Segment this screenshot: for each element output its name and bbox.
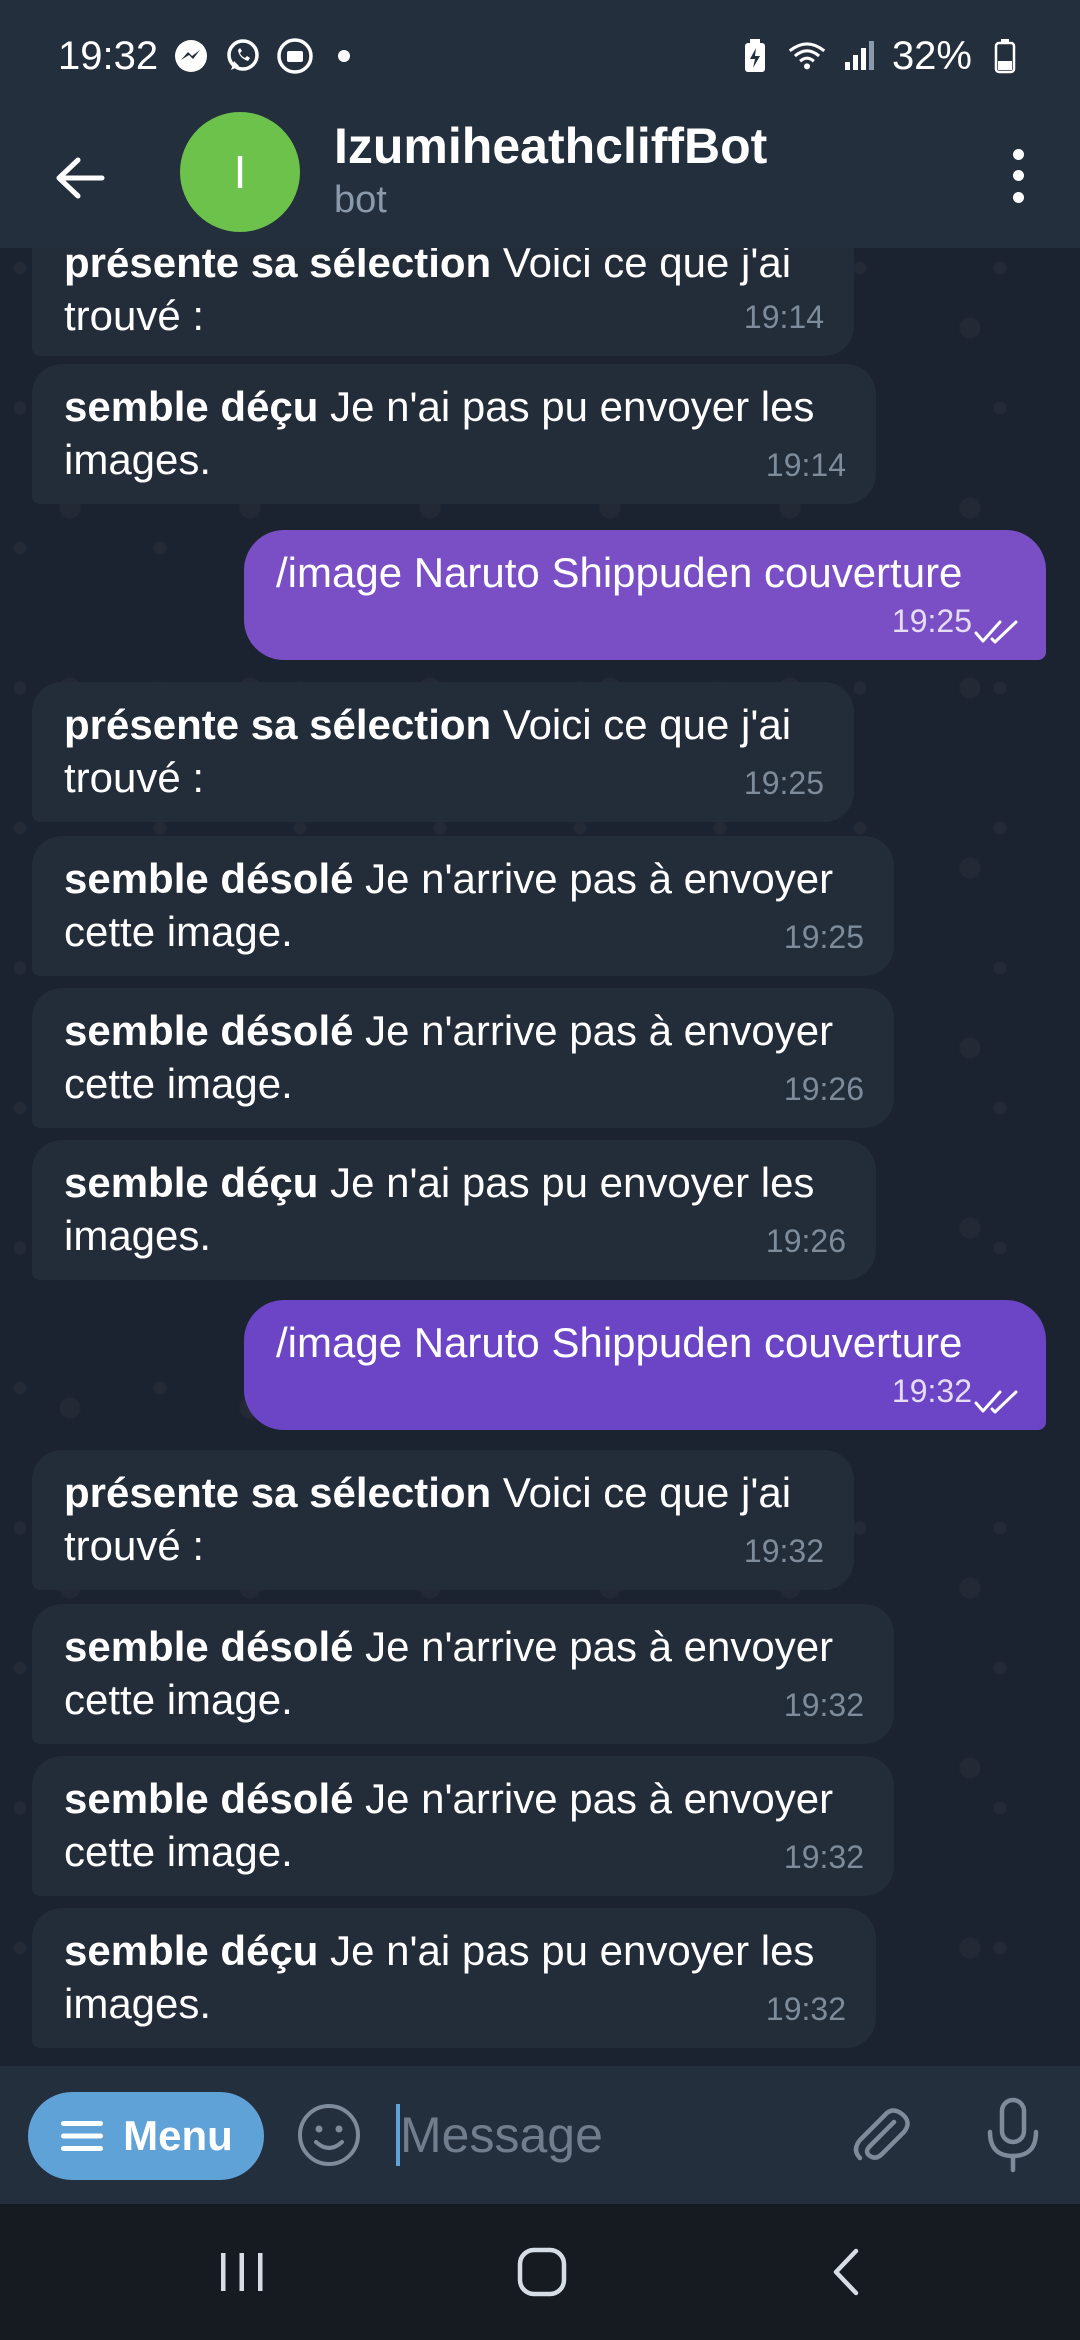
message-time: 19:25 [743,765,824,801]
hamburger-icon [61,2121,104,2151]
whatsapp-icon [224,37,262,75]
message-time: 19:14 [743,299,824,335]
message-text: semble désolé Je n'arrive pas à envoyer … [64,1772,864,1878]
chat-title: IzumiheathcliffBot [334,118,768,174]
menu-label: Menu [123,2112,233,2159]
message-text: présente sa sélection Voici ce que j'ai … [64,1466,824,1572]
battery-saver-icon [736,37,774,75]
avatar[interactable]: I [180,112,300,232]
chat-subtitle: bot [334,179,387,221]
smiley-icon [298,2104,360,2166]
more-options-button[interactable] [996,144,1040,208]
message-action: semble désolé [64,1007,354,1054]
recent-apps-button[interactable] [202,2236,282,2308]
message-time: 19:32 [891,1373,972,1409]
status-time: 19:32 [58,33,159,78]
notification-dot-icon [338,50,351,62]
message-text: /image Naruto Shippuden couverture [276,1316,1016,1369]
chat-header: I IzumiheathcliffBot bot [0,112,1080,248]
system-navigation-bar [0,2204,1080,2340]
message-text: semble désolé Je n'arrive pas à envoyer … [64,1620,864,1726]
dot-icon [1012,191,1024,203]
double-check-icon [974,1390,1018,1414]
paperclip-icon [853,2108,910,2161]
message-bubble-incoming[interactable]: semble déçu Je n'ai pas pu envoyer les i… [32,1908,876,2048]
message-action: semble déçu [64,383,319,430]
message-bubble-outgoing[interactable]: /image Naruto Shippuden couverture 19:25 [244,530,1046,660]
message-text: présente sa sélection Voici ce que j'ai … [64,698,824,804]
attach-button[interactable] [846,2100,916,2170]
message-time: 19:25 [783,919,864,955]
message-bubble-incoming[interactable]: semble désolé Je n'arrive pas à envoyer … [32,836,894,976]
message-time: 19:32 [743,1533,824,1569]
status-bar-right: 32% [736,34,1024,79]
chevron-left-icon [833,2248,859,2296]
message-bubble-incoming[interactable]: semble désolé Je n'arrive pas à envoyer … [32,1604,894,1744]
recent-apps-icon [221,2253,263,2291]
message-action: présente sa sélection [64,248,492,286]
emoji-button[interactable] [296,2102,362,2168]
message-bubble-incoming[interactable]: semble désolé Je n'arrive pas à envoyer … [32,988,894,1128]
message-text: présente sa sélection Voici ce que j'ai … [64,248,824,342]
status-bar: 19:32 32% [0,0,1080,112]
message-text: semble déçu Je n'ai pas pu envoyer les i… [64,1924,846,2030]
message-input[interactable] [398,2096,822,2174]
signal-icon [840,37,878,75]
home-icon [517,2247,567,2297]
message-bubble-incoming[interactable]: semble désolé Je n'arrive pas à envoyer … [32,1756,894,1896]
home-button[interactable] [502,2236,582,2308]
message-text: semble déçu Je n'ai pas pu envoyer les i… [64,380,846,486]
message-action: présente sa sélection [64,1469,492,1516]
message-action: semble désolé [64,1623,354,1670]
message-list[interactable]: présente sa sélection Voici ce que j'ai … [0,248,1080,2066]
message-text: /image Naruto Shippuden couverture [276,546,1016,599]
back-button[interactable] [50,148,110,208]
message-bubble-outgoing[interactable]: /image Naruto Shippuden couverture 19:32 [244,1300,1046,1430]
message-bubble-incoming[interactable]: semble déçu Je n'ai pas pu envoyer les i… [32,1140,876,1280]
battery-icon [986,37,1024,75]
message-time: 19:25 [891,603,972,639]
message-action: semble déçu [64,1159,319,1206]
message-time: 19:32 [783,1687,864,1723]
message-action: semble désolé [64,1775,354,1822]
message-body: /image Naruto Shippuden couverture [276,549,963,596]
message-action: semble déçu [64,1927,319,1974]
message-bubble-incoming[interactable]: présente sa sélection Voici ce que j'ai … [32,682,854,822]
battery-percent: 32% [891,33,972,78]
message-time: 19:26 [765,1223,846,1259]
message-text: semble désolé Je n'arrive pas à envoyer … [64,1004,864,1110]
message-input-bar: Menu [0,2066,1080,2204]
voice-message-button[interactable] [978,2096,1048,2176]
dot-icon [1012,170,1024,182]
message-body: /image Naruto Shippuden couverture [276,1319,963,1366]
status-bar-left: 19:32 [58,33,351,79]
message-bubble-incoming[interactable]: présente sa sélection Voici ce que j'ai … [32,248,854,356]
wifi-icon [788,37,826,75]
message-time: 19:14 [765,447,846,483]
bot-menu-button[interactable]: Menu [28,2092,264,2180]
double-check-icon [974,620,1018,644]
message-action: semble désolé [64,855,354,902]
tv-icon [276,37,314,75]
chat-title-block[interactable]: IzumiheathcliffBot bot [334,116,767,224]
message-time: 19:32 [765,1991,846,2027]
message-action: présente sa sélection [64,701,492,748]
system-back-button[interactable] [806,2236,886,2308]
messenger-icon [172,37,210,75]
message-time: 19:32 [783,1839,864,1875]
dot-icon [1012,149,1024,161]
arrow-left-icon [56,157,105,199]
microphone-icon [987,2097,1039,2173]
message-bubble-incoming[interactable]: semble déçu Je n'ai pas pu envoyer les i… [32,364,876,504]
message-text: semble déçu Je n'ai pas pu envoyer les i… [64,1156,846,1262]
message-text: semble désolé Je n'arrive pas à envoyer … [64,852,864,958]
message-time: 19:26 [783,1071,864,1107]
message-bubble-incoming[interactable]: présente sa sélection Voici ce que j'ai … [32,1450,854,1590]
